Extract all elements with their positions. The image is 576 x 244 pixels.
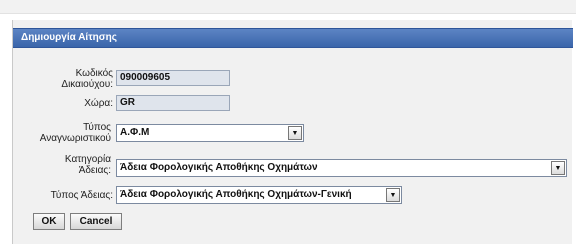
license-type-value: Άδεια Φορολογικής Αποθήκης Οχημάτων-Γενι… [120,189,352,200]
id-type-select[interactable]: Α.Φ.Μ ▼ [116,124,304,142]
chevron-down-icon[interactable]: ▼ [551,161,565,175]
top-bar [0,0,576,14]
holder-code-field: 090009605 [116,70,230,86]
panel-title: Δημιουργία Αίτησης [21,32,117,43]
license-type-select[interactable]: Άδεια Φορολογικής Αποθήκης Οχημάτων-Γενι… [116,186,402,204]
country-label: Χώρα: [84,98,113,109]
ok-button[interactable]: OK [33,213,65,230]
cancel-button[interactable]: Cancel [70,213,122,230]
country-field: GR [116,95,230,111]
license-type-label: Τύπος Άδειας: [50,190,113,201]
holder-code-label: Κωδικός Δικαιούχου: [61,68,113,90]
id-type-value: Α.Φ.Μ [120,127,150,138]
chevron-down-icon[interactable]: ▼ [386,188,400,202]
license-category-label: Κατηγορία Άδειας: [64,154,111,176]
chevron-down-icon[interactable]: ▼ [288,126,302,140]
create-application-panel: Δημιουργία Αίτησης Κωδικός Δικαιούχου: 0… [12,20,573,244]
panel-header: Δημιουργία Αίτησης [13,28,573,48]
license-category-value: Άδεια Φορολογικής Αποθήκης Οχημάτων [120,162,318,173]
id-type-label: Τύπος Αναγνωριστικού [39,122,111,144]
license-category-select[interactable]: Άδεια Φορολογικής Αποθήκης Οχημάτων ▼ [116,159,567,177]
